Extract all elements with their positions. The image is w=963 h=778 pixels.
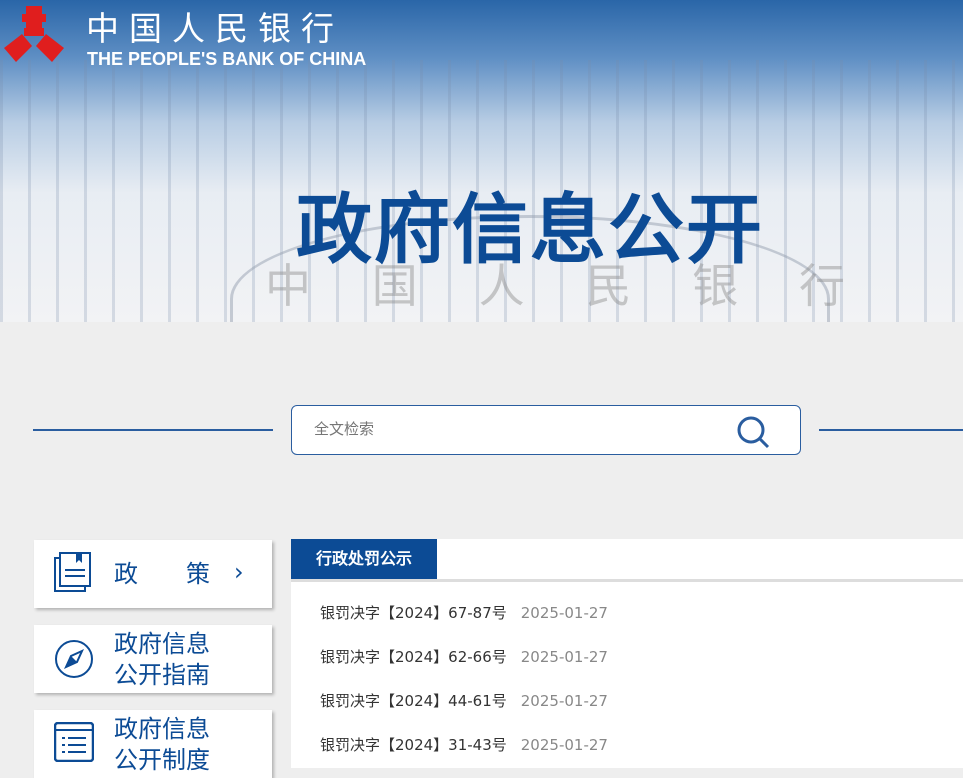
label-line1: 政府信息 xyxy=(114,715,210,743)
sidebar-item-label: 政府信息 公开指南 xyxy=(114,629,210,691)
logo-cn: 中国人民银行 xyxy=(86,9,344,48)
list-item[interactable]: 银罚决字【2024】31-43号 2025-01-27 xyxy=(320,734,608,755)
search-input[interactable] xyxy=(314,420,714,438)
divider-left xyxy=(33,429,273,431)
chevron-right-icon: › xyxy=(234,558,244,586)
list-item[interactable]: 银罚决字【2024】67-87号 2025-01-27 xyxy=(320,602,608,623)
sidebar-item-guide[interactable]: 政府信息 公开指南 xyxy=(34,625,272,693)
sidebar-item-label: 政府信息 公开制度 xyxy=(114,714,210,776)
item-date: 2025-01-27 xyxy=(520,736,608,754)
pbc-logo-icon[interactable] xyxy=(2,4,66,66)
list-icon xyxy=(54,722,94,762)
sidebar-item-label: 政 策 xyxy=(114,560,210,588)
tab-penalty[interactable]: 行政处罚公示 xyxy=(291,539,437,579)
item-date: 2025-01-27 xyxy=(520,648,608,666)
label-line2: 公开制度 xyxy=(114,746,210,774)
list-item[interactable]: 银罚决字【2024】44-61号 2025-01-27 xyxy=(320,690,608,711)
header-banner: 中国人民银行 中国人民银行 THE PEOPLE'S BANK OF CHINA… xyxy=(0,0,963,322)
item-title[interactable]: 银罚决字【2024】67-87号 xyxy=(320,604,507,622)
search-box[interactable] xyxy=(291,405,801,455)
label-line2: 公开指南 xyxy=(114,661,210,689)
book-icon xyxy=(54,552,91,592)
search-icon[interactable] xyxy=(736,415,770,449)
wm-char: 行 xyxy=(798,259,845,313)
item-title[interactable]: 银罚决字【2024】62-66号 xyxy=(320,648,507,666)
tab-underline xyxy=(291,579,963,582)
compass-icon xyxy=(55,640,93,678)
divider-right xyxy=(819,429,963,431)
page-title: 政府信息公开 xyxy=(296,185,764,274)
item-date: 2025-01-27 xyxy=(520,692,608,710)
label-line1: 政府信息 xyxy=(114,630,210,658)
item-date: 2025-01-27 xyxy=(520,604,608,622)
item-title[interactable]: 银罚决字【2024】31-43号 xyxy=(320,736,507,754)
sidebar-item-policy[interactable]: 政 策 › xyxy=(34,540,272,608)
item-title[interactable]: 银罚决字【2024】44-61号 xyxy=(320,692,507,710)
penalty-panel: 行政处罚公示 银罚决字【2024】67-87号 2025-01-27 银罚决字【2… xyxy=(291,539,963,768)
list-item[interactable]: 银罚决字【2024】62-66号 2025-01-27 xyxy=(320,646,608,667)
logo-en: THE PEOPLE'S BANK OF CHINA xyxy=(87,49,367,69)
